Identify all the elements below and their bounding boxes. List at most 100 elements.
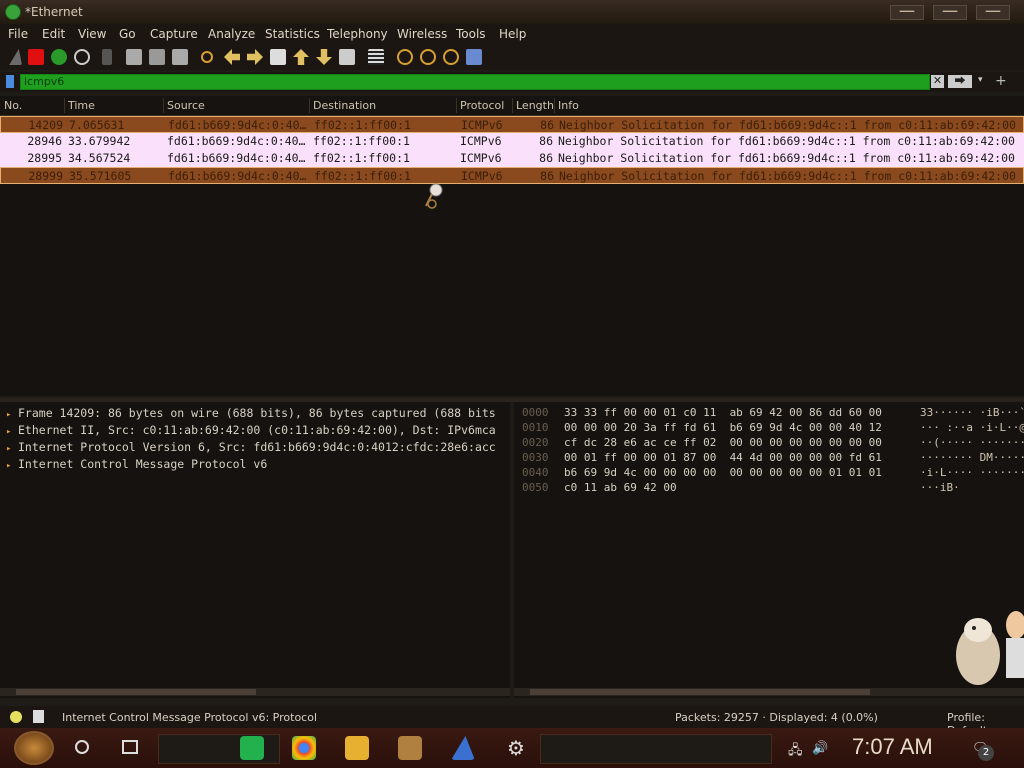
packet-bytes-pane[interactable]: 0000 33 33 ff 00 00 01 c0 11 ab 69 42 00 … — [514, 402, 1024, 698]
capture-comment-icon[interactable] — [33, 710, 44, 723]
menu-file[interactable]: File — [8, 27, 28, 41]
minimize-button[interactable]: ━━━ — [890, 5, 924, 20]
settings-gear-icon[interactable]: ⚙ — [504, 736, 528, 760]
packet-row[interactable]: 14209 7.065631 fd61:b669:9d4c:0:40… ff02… — [0, 116, 1024, 133]
hex-bytes[interactable]: 33 33 ff 00 00 01 c0 11 ab 69 42 00 86 d… — [564, 406, 882, 419]
expand-arrow-icon[interactable]: ▸ — [6, 461, 18, 471]
menu-edit[interactable]: Edit — [42, 27, 65, 41]
packet-row[interactable]: 28995 34.567524 fd61:b669:9d4c:0:40… ff0… — [0, 150, 1024, 167]
game-app-icon[interactable] — [398, 736, 422, 760]
add-filter-button[interactable]: + — [995, 73, 1007, 89]
go-back-icon[interactable] — [224, 49, 240, 65]
hex-ascii[interactable]: ··(····· ········ — [920, 436, 1024, 449]
column-protocol[interactable]: Protocol — [460, 99, 504, 112]
menu-wireless[interactable]: Wireless — [397, 27, 447, 41]
hex-bytes[interactable]: cf dc 28 e6 ac ce ff 02 00 00 00 00 00 0… — [564, 436, 882, 449]
close-file-icon[interactable] — [149, 49, 165, 65]
zoom-in-icon[interactable] — [397, 49, 413, 65]
colorize-icon[interactable] — [368, 49, 384, 65]
capture-options-icon[interactable] — [74, 49, 90, 65]
find-packet-icon[interactable] — [201, 51, 213, 63]
go-forward-icon[interactable] — [247, 49, 263, 65]
expand-arrow-icon[interactable]: ▸ — [6, 410, 18, 420]
restart-capture-icon[interactable] — [51, 49, 67, 65]
chrome-icon[interactable] — [292, 736, 316, 760]
taskbar-clock[interactable]: 7:07 AM — [852, 734, 933, 760]
column-separator[interactable] — [309, 98, 310, 113]
notes-app-icon[interactable] — [240, 736, 264, 760]
packet-row[interactable]: 28946 33.679942 fd61:b669:9d4c:0:40… ff0… — [0, 133, 1024, 150]
tree-item-frame[interactable]: ▸ Frame 14209: 86 bytes on wire (688 bits… — [6, 406, 496, 420]
go-to-packet-icon[interactable] — [270, 49, 286, 65]
display-filter-input[interactable]: icmpv6 — [20, 74, 930, 90]
hex-ascii[interactable]: ·i·L···· ········ — [920, 466, 1024, 479]
expand-arrow-icon[interactable]: ▸ — [6, 444, 18, 454]
column-destination[interactable]: Destination — [313, 99, 376, 112]
bookmark-icon[interactable] — [6, 75, 14, 88]
menu-analyze[interactable]: Analyze — [208, 27, 255, 41]
packet-details-pane[interactable]: ▸ Frame 14209: 86 bytes on wire (688 bits… — [0, 402, 510, 698]
column-separator[interactable] — [163, 98, 164, 113]
first-packet-icon[interactable] — [293, 49, 309, 65]
packet-time: 35.571605 — [69, 169, 132, 183]
autoscroll-icon[interactable] — [339, 49, 355, 65]
maximize-button[interactable]: ━━━ — [933, 5, 967, 20]
menu-tools[interactable]: Tools — [456, 27, 486, 41]
network-icon[interactable]: 🖧 — [788, 741, 803, 763]
column-separator[interactable] — [64, 98, 65, 113]
packet-row[interactable]: 28999 35.571605 fd61:b669:9d4c:0:40… ff0… — [0, 167, 1024, 184]
apply-filter-button[interactable]: ⮕ — [948, 75, 972, 88]
reload-file-icon[interactable] — [172, 49, 188, 65]
bytes-horizontal-scrollbar[interactable] — [514, 688, 1024, 696]
save-file-icon[interactable] — [126, 49, 142, 65]
expand-arrow-icon[interactable]: ▸ — [6, 427, 18, 437]
packet-info: Neighbor Solicitation for fd61:b669:9d4c… — [558, 151, 1015, 165]
menu-help[interactable]: Help — [499, 27, 526, 41]
filter-history-dropdown[interactable]: ▾ — [978, 75, 983, 85]
column-separator[interactable] — [456, 98, 457, 113]
menu-telephony[interactable]: Telephony — [327, 27, 388, 41]
start-button[interactable] — [14, 731, 54, 765]
details-horizontal-scrollbar[interactable] — [0, 688, 510, 696]
close-button[interactable]: ━━━ — [976, 5, 1010, 20]
scrollbar-thumb[interactable] — [16, 689, 256, 695]
task-view-icon[interactable] — [122, 740, 138, 754]
resize-columns-icon[interactable] — [466, 49, 482, 65]
hex-bytes[interactable]: c0 11 ab 69 42 00 — [564, 481, 677, 494]
hex-bytes[interactable]: 00 01 ff 00 00 01 87 00 44 4d 00 00 00 0… — [564, 451, 882, 464]
scrollbar-thumb[interactable] — [530, 689, 870, 695]
column-source[interactable]: Source — [167, 99, 205, 112]
column-info[interactable]: Info — [558, 99, 579, 112]
packet-list[interactable]: 14209 7.065631 fd61:b669:9d4c:0:40… ff02… — [0, 116, 1024, 396]
hex-bytes[interactable]: 00 00 00 20 3a ff fd 61 b6 69 9d 4c 00 0… — [564, 421, 882, 434]
hex-ascii[interactable]: ···iB· — [920, 481, 960, 494]
menu-statistics[interactable]: Statistics — [265, 27, 320, 41]
column-separator[interactable] — [554, 98, 555, 113]
column-time[interactable]: Time — [68, 99, 95, 112]
open-file-icon[interactable] — [102, 49, 112, 65]
hex-ascii[interactable]: ········ DM·····a — [920, 451, 1024, 464]
column-separator[interactable] — [512, 98, 513, 113]
file-explorer-icon[interactable] — [345, 736, 369, 760]
clear-filter-button[interactable]: ✕ — [931, 75, 944, 88]
wireshark-taskbar-icon[interactable] — [451, 736, 475, 760]
stop-capture-icon[interactable] — [28, 49, 44, 65]
volume-icon[interactable]: 🔊 — [812, 741, 828, 756]
column-no[interactable]: No. — [4, 99, 22, 112]
menu-capture[interactable]: Capture — [150, 27, 198, 41]
menu-view[interactable]: View — [78, 27, 106, 41]
hex-ascii[interactable]: 33······ ·iB···`· — [920, 406, 1024, 419]
zoom-out-icon[interactable] — [420, 49, 436, 65]
expert-info-icon[interactable] — [10, 711, 22, 723]
hex-ascii[interactable]: ··· :··a ·i·L··@· — [920, 421, 1024, 434]
menu-go[interactable]: Go — [119, 27, 136, 41]
column-length[interactable]: Length — [516, 99, 554, 112]
start-capture-icon[interactable] — [9, 49, 22, 65]
last-packet-icon[interactable] — [316, 49, 332, 65]
search-icon[interactable] — [75, 740, 89, 754]
hex-bytes[interactable]: b6 69 9d 4c 00 00 00 00 00 00 00 00 00 0… — [564, 466, 882, 479]
tree-item-icmpv6[interactable]: ▸ Internet Control Message Protocol v6 — [6, 457, 267, 471]
tree-item-ipv6[interactable]: ▸ Internet Protocol Version 6, Src: fd61:… — [6, 440, 496, 454]
tree-item-ethernet[interactable]: ▸ Ethernet II, Src: c0:11:ab:69:42:00 (c0… — [6, 423, 496, 437]
normal-size-icon[interactable] — [443, 49, 459, 65]
